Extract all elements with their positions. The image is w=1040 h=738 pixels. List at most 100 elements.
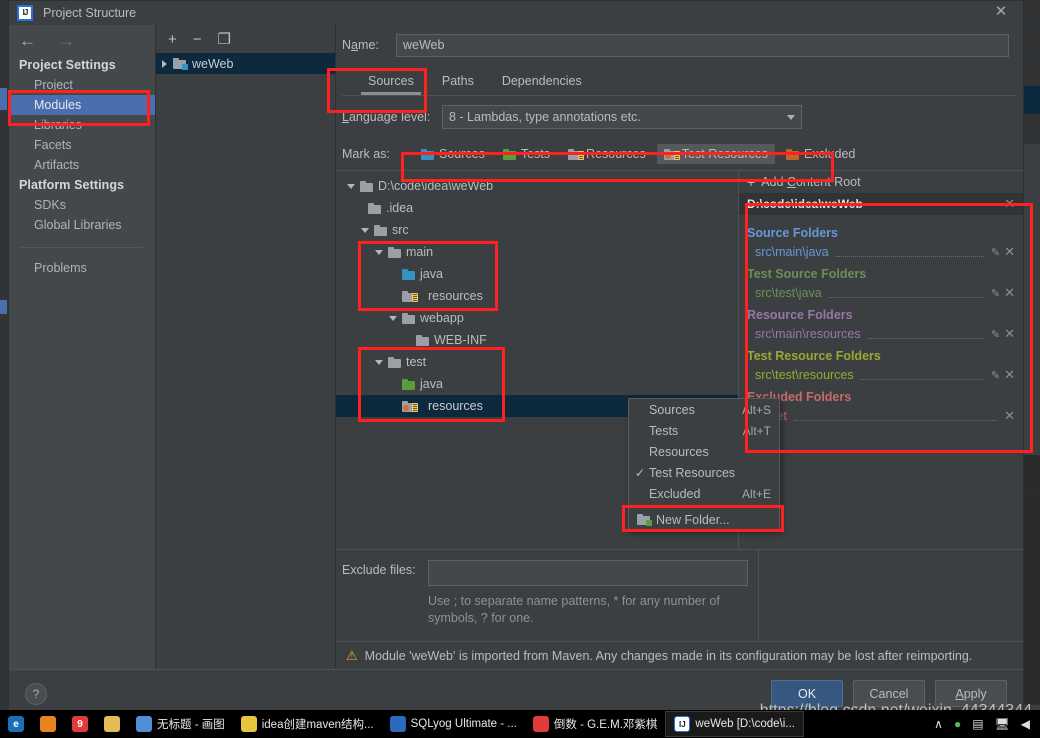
dot-leader — [793, 411, 998, 421]
taskbar-item-music[interactable]: 倒数 - G.E.M.邓紫棋 — [525, 711, 666, 737]
wechat-icon[interactable]: ● — [954, 717, 961, 731]
exclude-files-left: Exclude files: Use ; to separate name pa… — [336, 550, 758, 641]
language-level-select[interactable]: 8 - Lambdas, type annotations etc. — [442, 105, 802, 129]
tray-icon-3[interactable]: ▤ — [972, 717, 983, 731]
tab-paths[interactable]: Paths — [428, 74, 488, 95]
tab-sources[interactable]: Sources — [354, 74, 428, 95]
remove-icon[interactable]: ✕ — [1004, 285, 1015, 301]
expand-arrow-icon[interactable] — [162, 59, 167, 68]
edit-icon[interactable]: ✎ — [991, 287, 1000, 300]
tree-row[interactable]: java — [336, 263, 738, 285]
sqlyog-icon — [389, 716, 406, 732]
logo-text: IJ — [22, 8, 29, 17]
tree-row[interactable]: main — [336, 241, 738, 263]
folder-row[interactable]: src\test\resources ✎ ✕ — [739, 365, 1023, 385]
sidebar-item-global-libraries[interactable]: Global Libraries — [9, 215, 155, 235]
source-folder-icon — [402, 268, 415, 280]
mark-as-test-resources-button[interactable]: Test Resources — [656, 144, 775, 164]
taskbar-item-edge[interactable]: e — [0, 711, 32, 737]
folder-path: src\test\resources — [755, 368, 854, 382]
sidebar-item-artifacts[interactable]: Artifacts — [9, 155, 155, 175]
remove-icon[interactable]: ✕ — [1004, 408, 1015, 424]
taskbar-item-sqlyog[interactable]: SQLyog Ultimate - ... — [382, 711, 525, 737]
dot-leader — [860, 370, 984, 380]
tray-network-icon[interactable]: 🖥 — [995, 717, 1010, 731]
remove-icon[interactable]: ✕ — [1004, 367, 1015, 383]
sidebar-item-sdks[interactable]: SDKs — [9, 195, 155, 215]
taskbar-item-chrome[interactable]: idea创建maven结构... — [233, 711, 382, 737]
folder-row[interactable]: src\test\java ✎ ✕ — [739, 283, 1023, 303]
folder-row[interactable]: src\main\java ✎ ✕ — [739, 242, 1023, 262]
exclude-files-label: Exclude files: — [342, 563, 416, 577]
context-menu-item-new-folder[interactable]: New Folder... — [629, 509, 779, 530]
back-arrow-icon[interactable]: ← — [19, 32, 36, 49]
tree-row[interactable]: D:\code\idea\weWeb — [336, 175, 738, 197]
exclude-files-input[interactable] — [428, 560, 748, 586]
mark-as-resources-button[interactable]: Resources — [561, 144, 653, 164]
add-module-icon[interactable]: + — [168, 32, 177, 47]
mark-as-tests-button[interactable]: Tests — [496, 144, 557, 164]
collapse-arrow-icon[interactable] — [361, 227, 369, 233]
taskbar-item-app-9[interactable]: 9 — [64, 711, 96, 737]
remove-module-icon[interactable]: − — [193, 32, 202, 47]
module-name-input[interactable]: weWeb — [396, 33, 1009, 57]
context-menu-item-excluded[interactable]: Excluded Alt+E — [629, 483, 779, 504]
tree-row[interactable]: java — [336, 373, 738, 395]
taskbar-item-firefox[interactable] — [32, 711, 64, 737]
folder-row[interactable]: target ✕ — [739, 406, 1023, 426]
tree-row[interactable]: .idea — [336, 197, 738, 219]
collapse-arrow-icon[interactable] — [347, 183, 355, 189]
remove-icon[interactable]: ✕ — [1004, 244, 1015, 260]
warning-icon: ⚠ — [346, 647, 358, 663]
help-icon[interactable]: ? — [25, 682, 47, 705]
context-menu-item-test-resources[interactable]: ✓ Test Resources — [629, 462, 779, 483]
tree-row[interactable]: src — [336, 219, 738, 241]
tree-row[interactable]: test — [336, 351, 738, 373]
edit-icon[interactable]: ✎ — [991, 369, 1000, 382]
collapse-arrow-icon[interactable] — [389, 315, 397, 321]
edit-icon[interactable]: ✎ — [991, 246, 1000, 259]
tray-expand-icon[interactable]: ∧ — [934, 717, 943, 731]
context-menu-label: Test Resources — [649, 465, 736, 480]
module-list-toolbar: + − ❐ — [156, 25, 335, 53]
context-menu-item-sources[interactable]: Sources Alt+S — [629, 399, 779, 420]
sidebar-item-project[interactable]: Project — [9, 75, 155, 95]
module-folder-icon — [173, 58, 188, 70]
sidebar-item-facets[interactable]: Facets — [9, 135, 155, 155]
context-menu-item-resources[interactable]: Resources — [629, 441, 779, 462]
mark-as-excluded-label: Excluded — [803, 147, 856, 161]
sidebar-item-problems[interactable]: Problems — [9, 258, 155, 278]
close-icon[interactable]: ✕ — [993, 4, 1009, 21]
mark-as-excluded-button[interactable]: Excluded — [779, 144, 862, 164]
sidebar-divider — [21, 247, 143, 248]
module-list-item-weweb[interactable]: weWeb — [156, 53, 335, 74]
sidebar-item-modules[interactable]: Modules — [9, 95, 155, 115]
folder-path: src\main\resources — [755, 327, 861, 341]
remove-icon[interactable]: ✕ — [1004, 326, 1015, 342]
remove-content-root-icon[interactable]: ✕ — [1004, 196, 1015, 212]
taskbar-item-explorer[interactable] — [96, 711, 128, 737]
tree-row[interactable]: resources — [336, 285, 738, 307]
taskbar-label: 倒数 - G.E.M.邓紫棋 — [553, 719, 658, 731]
collapse-arrow-icon[interactable] — [375, 249, 383, 255]
copy-module-icon[interactable]: ❐ — [218, 32, 231, 47]
intellij-logo-icon: IJ — [17, 5, 33, 21]
tests-folder-icon — [502, 148, 516, 160]
edit-icon[interactable]: ✎ — [991, 328, 1000, 341]
folder-row[interactable]: src\main\resources ✎ ✕ — [739, 324, 1023, 344]
sidebar-item-libraries[interactable]: Libraries — [9, 115, 155, 135]
plus-icon: + — [747, 174, 756, 190]
add-content-root-button[interactable]: + Add Content Root — [739, 171, 1023, 193]
taskbar-item-paint[interactable]: 无标题 - 画图 — [128, 711, 233, 737]
mark-as-sources-button[interactable]: Sources — [414, 144, 492, 164]
taskbar-item-intellij[interactable]: IJ weWeb [D:\code\i... — [665, 711, 804, 737]
tray-volume-icon[interactable]: ◀ — [1021, 717, 1030, 731]
tree-row[interactable]: webapp — [336, 307, 738, 329]
context-menu-item-tests[interactable]: Tests Alt+T — [629, 420, 779, 441]
tree-row[interactable]: WEB-INF — [336, 329, 738, 351]
forward-arrow-icon[interactable]: → — [58, 32, 75, 49]
sidebar-group-platform-settings: Platform Settings — [19, 178, 125, 192]
module-name-row: Name: weWeb — [336, 25, 1023, 65]
tab-dependencies[interactable]: Dependencies — [488, 74, 596, 95]
collapse-arrow-icon[interactable] — [375, 359, 383, 365]
